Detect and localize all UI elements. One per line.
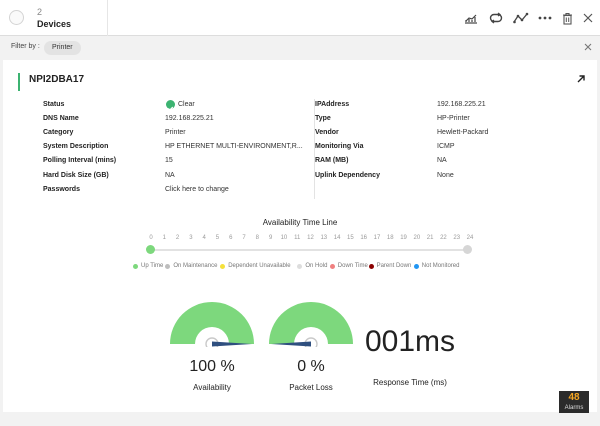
prop-value: 15 [165,157,173,164]
prop-label: Vendor [315,129,339,136]
prop-value: HP ETHERNET MULTI-ENVIRONMENT,R... [165,143,303,150]
legend-item: Not Monitored [413,263,460,269]
filter-bar: Filter by : Printer [0,37,600,58]
legend-dot-icon [133,263,138,269]
legend-dot-icon [220,263,226,269]
status-accent-bar [18,73,20,91]
prop-value: 192.168.225.21 [165,115,214,122]
prop-label: Polling Interval (mins) [43,157,117,164]
prop-value: ICMP [437,143,455,150]
legend-label: Not Monitored [421,263,460,269]
availability-gauge [170,302,254,347]
packet-loss-label: Packet Loss [289,383,333,392]
prop-label: Status [43,101,65,108]
sync-icon[interactable] [487,9,505,27]
legend-dot-icon [413,263,419,269]
filter-label: Filter by : [11,43,40,50]
close-icon[interactable] [579,9,597,27]
legend-item: Down Time [329,263,368,269]
timeline-tick: 24 [466,235,474,241]
legend-item: Up Time [133,263,163,269]
legend-item: Parent Down [368,263,412,269]
legend-item: On Maintenance [165,263,217,269]
prop-value: HP-Printer [437,115,470,122]
prop-label: Passwords [43,186,80,193]
legend-label: On Maintenance [173,263,218,269]
divider [107,0,108,36]
alarms-label: Alarms [564,405,584,411]
prop-value: NA [165,172,175,179]
prop-label: Type [315,115,331,122]
legend-dot-icon [329,263,335,269]
select-all-checkbox[interactable] [9,10,24,25]
prop-value: Hewlett-Packard [437,129,489,136]
prop-label: System Description [43,143,109,150]
legend-label: Down Time [337,263,368,269]
availability-label: Availability [193,383,231,392]
alarms-count: 48 [568,392,580,403]
top-bar: 2 Devices [0,0,600,36]
timeline-end-marker [463,245,472,254]
prop-label: DNS Name [43,115,79,122]
prop-value: NA [437,157,447,164]
packet-loss-value: 0 % [297,358,325,375]
legend-label: On Hold [305,263,328,269]
prop-label: Category [43,129,74,136]
device-name: NPI2DBA17 [29,74,85,85]
prop-label: IPAddress [315,101,350,108]
response-time-value: 001ms [365,325,456,358]
timeline-track [151,249,470,251]
timeline-title: Availability Time Line [262,218,338,227]
device-count: 2 [37,7,43,17]
legend-label: Dependent Unavailable [228,263,291,269]
open-external-icon[interactable] [576,74,586,84]
alarms-badge[interactable]: 48 Alarms [559,391,589,413]
timeline-start-marker [146,245,155,254]
prop-label: RAM (MB) [315,157,349,164]
legend-dot-icon [368,263,374,269]
legend-dot-icon [165,263,171,269]
legend-item: On Hold [297,263,327,269]
trash-icon[interactable] [558,9,576,27]
prop-value: 192.168.225.21 [437,101,486,108]
prop-label: Hard Disk Size (GB) [43,172,109,179]
status-value: Clear [178,101,195,108]
device-card: NPI2DBA17 Status Clear DNS Name 192.168.… [3,60,597,412]
legend-label: Parent Down [376,263,412,269]
trend-icon[interactable] [512,9,530,27]
prop-value: Printer [165,129,186,136]
availability-value: 100 % [189,358,235,375]
filter-chip[interactable]: Printer [44,41,81,55]
legend-label: Up Time [141,263,164,269]
response-time-label: Response Time (ms) [373,378,447,387]
prop-label: Monitoring Via [315,143,364,150]
packet-loss-gauge [269,302,353,347]
more-options-icon[interactable] [536,9,554,27]
prop-label: Uplink Dependency [315,172,380,179]
legend-item: Dependent Unavailable [220,263,291,269]
change-passwords-link[interactable]: Click here to change [165,186,229,193]
page-title: Devices [37,19,72,29]
prop-value: None [437,172,454,179]
clear-filter-icon[interactable] [583,42,593,52]
chart-icon[interactable] [462,9,480,27]
check-circle-icon [166,100,175,111]
legend-dot-icon [297,263,303,269]
